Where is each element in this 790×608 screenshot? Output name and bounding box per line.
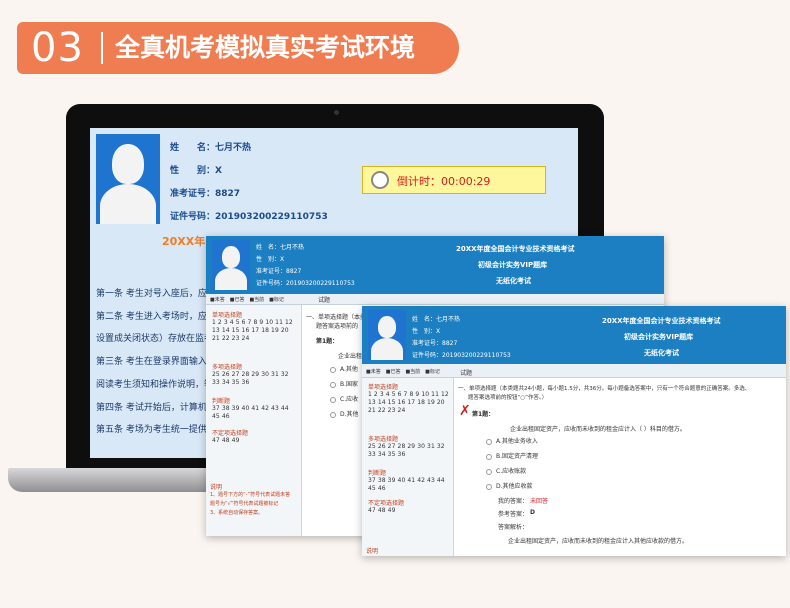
question-numbers[interactable]: 25 26 27 28 29 30 31 32 33 34 35 36 (212, 371, 298, 387)
option-c[interactable]: C.应收 (330, 394, 358, 403)
rule-line: 第三条 考生在登录界面输入准 (96, 357, 216, 367)
note-line: 3、系统自动保存答案。 (210, 510, 264, 516)
question-header-2: 题答案选项前的 (316, 323, 359, 330)
analysis-text: 企业出租固定资产，应收而未收到的租金应计入其他应收款的借方。 (508, 538, 689, 545)
name-label: 姓 名：七月不热 (256, 244, 305, 251)
banner-divider (101, 32, 103, 64)
question-text: 企业出租固定资产，应收而未收到的租金应计入（ ）科目的借方。 (510, 426, 686, 433)
section-number: 03 (31, 25, 84, 71)
exam-window-front: 姓 名：七月不热 性 别：X 准考证号：8827 证件号码：2019032002… (362, 306, 786, 556)
question-numbers[interactable]: 37 38 39 40 41 42 43 44 45 46 (212, 405, 298, 421)
option-c[interactable]: C.应收账款 (486, 466, 526, 475)
rule-line: 第四条 考试开始后，计算机会 (96, 403, 216, 413)
id-label: 证件号码：201903200229110753 (170, 212, 328, 222)
question-text: 企业出租 (338, 353, 363, 360)
legend: ■未答 ■已答 ■当前 ■标记 (366, 369, 440, 375)
option-d[interactable]: D.其他应收款 (486, 481, 533, 490)
question-numbers[interactable]: 1 2 3 4 5 6 7 8 9 10 11 12 13 14 15 16 1… (368, 391, 452, 415)
rule-line: 阅读考生须知和操作说明，等 (96, 380, 214, 390)
option-b[interactable]: B.固定资产清理 (486, 451, 538, 460)
section-true-false[interactable]: 判断题 (368, 468, 386, 477)
countdown-text: 倒计时：00:00:29 (397, 175, 491, 188)
section-true-false[interactable]: 判断题 (212, 396, 230, 405)
wrong-mark-icon: ✗ (459, 403, 471, 419)
question-number: 第1题： (316, 338, 339, 345)
ref-answer-label: 参考答案： (498, 511, 529, 518)
exam-mode: 无纸化考试 (644, 349, 679, 357)
section-single-choice[interactable]: 单项选择题 (212, 310, 242, 319)
note-title: 说明 (210, 484, 223, 491)
gender-label: 性 别：X (256, 256, 285, 263)
camera-icon (334, 110, 339, 115)
exam-title: 20XX年度全国会计专业技术资格考试 (602, 317, 721, 325)
exam-title: 20XX年度全国会计专业技术资格考试 (456, 245, 575, 253)
ticket-label: 准考证号：8827 (256, 268, 302, 275)
section-multi-choice[interactable]: 多项选择题 (212, 362, 242, 371)
question-header: 一、单项选择题（本类题共24小题，每小题1.5分，共36分。每小题备选答案中，只… (458, 386, 751, 392)
exam-rules-title: 20XX年 (162, 235, 206, 248)
section-multi-choice[interactable]: 多项选择题 (368, 434, 398, 443)
clock-icon (371, 171, 389, 189)
id-label: 证件号码：201903200229110753 (412, 352, 511, 359)
note-line: 1、题号下方的“-”符号代表试题未答 (210, 492, 291, 498)
exam-subtitle: 初级会计实务VIP题库 (478, 261, 548, 269)
countdown-timer: 倒计时：00:00:29 (362, 166, 546, 194)
id-label: 证件号码：201903200229110753 (256, 280, 355, 287)
section-indefinite[interactable]: 不定项选择题 (368, 498, 404, 507)
question-numbers[interactable]: 25 26 27 28 29 30 31 32 33 34 35 36 (368, 443, 452, 459)
note-line: 题号为“√”符号代表试题被标记 (210, 501, 279, 507)
name-label: 姓 名：七月不热 (412, 316, 461, 323)
candidate-photo (96, 134, 160, 224)
ticket-label: 准考证号：8827 (412, 340, 458, 347)
rule-line: 第二条 考生进入考场时，应将 (96, 312, 216, 322)
gender-label: 性 别：X (412, 328, 441, 335)
analysis-label: 答案解析： (498, 524, 529, 531)
gender-label: 性 别：X (170, 166, 222, 176)
my-answer-label: 我的答案： (498, 498, 529, 505)
ref-answer-value: D (530, 509, 535, 516)
page: 03 全真机考模拟真实考试环境 姓 名：七月不热 性 别：X 准考证号：8827… (0, 0, 790, 608)
question-numbers[interactable]: 47 48 49 (212, 437, 298, 445)
name-label: 姓 名：七月不热 (170, 143, 252, 153)
section-title: 全真机考模拟真实考试环境 (115, 33, 416, 62)
legend: ■未答 ■已答 ■当前 ■标记 (210, 297, 284, 303)
tab-questions[interactable]: 试题 (460, 368, 472, 377)
note-title: 说明 (366, 548, 379, 555)
candidate-photo (368, 310, 406, 360)
option-d[interactable]: D.其他 (330, 409, 359, 418)
option-a[interactable]: A.其他 (330, 364, 358, 373)
question-number: 第1题： (472, 411, 495, 418)
question-numbers[interactable]: 47 48 49 (368, 507, 452, 515)
tab-questions[interactable]: 试题 (318, 295, 330, 304)
option-a[interactable]: A.其他业务收入 (486, 436, 538, 445)
section-banner: 03 全真机考模拟真实考试环境 (17, 22, 459, 74)
rule-line: 第一条 考生对号入座后，应将 (96, 289, 216, 299)
option-b[interactable]: B.国家 (330, 379, 358, 388)
exam-mode: 无纸化考试 (496, 277, 531, 285)
exam-subtitle: 初级会计实务VIP题库 (624, 333, 694, 341)
ticket-label: 准考证号：8827 (170, 189, 241, 199)
rule-line: 第五条 考场为考生统一提供演 (96, 425, 216, 435)
my-answer-value: 未回答 (530, 498, 549, 505)
section-indefinite[interactable]: 不定项选择题 (212, 428, 248, 437)
rule-line: 设置成关闭状态）存放在监考 (96, 334, 214, 344)
section-single-choice[interactable]: 单项选择题 (368, 382, 398, 391)
question-header-2: 题答案选项前的按钮“○”作答。） (468, 395, 548, 401)
question-numbers[interactable]: 1 2 3 4 5 6 7 8 9 10 11 12 13 14 15 16 1… (212, 319, 298, 343)
question-numbers[interactable]: 37 38 39 40 41 42 43 44 45 46 (368, 477, 452, 493)
candidate-photo (212, 240, 250, 290)
